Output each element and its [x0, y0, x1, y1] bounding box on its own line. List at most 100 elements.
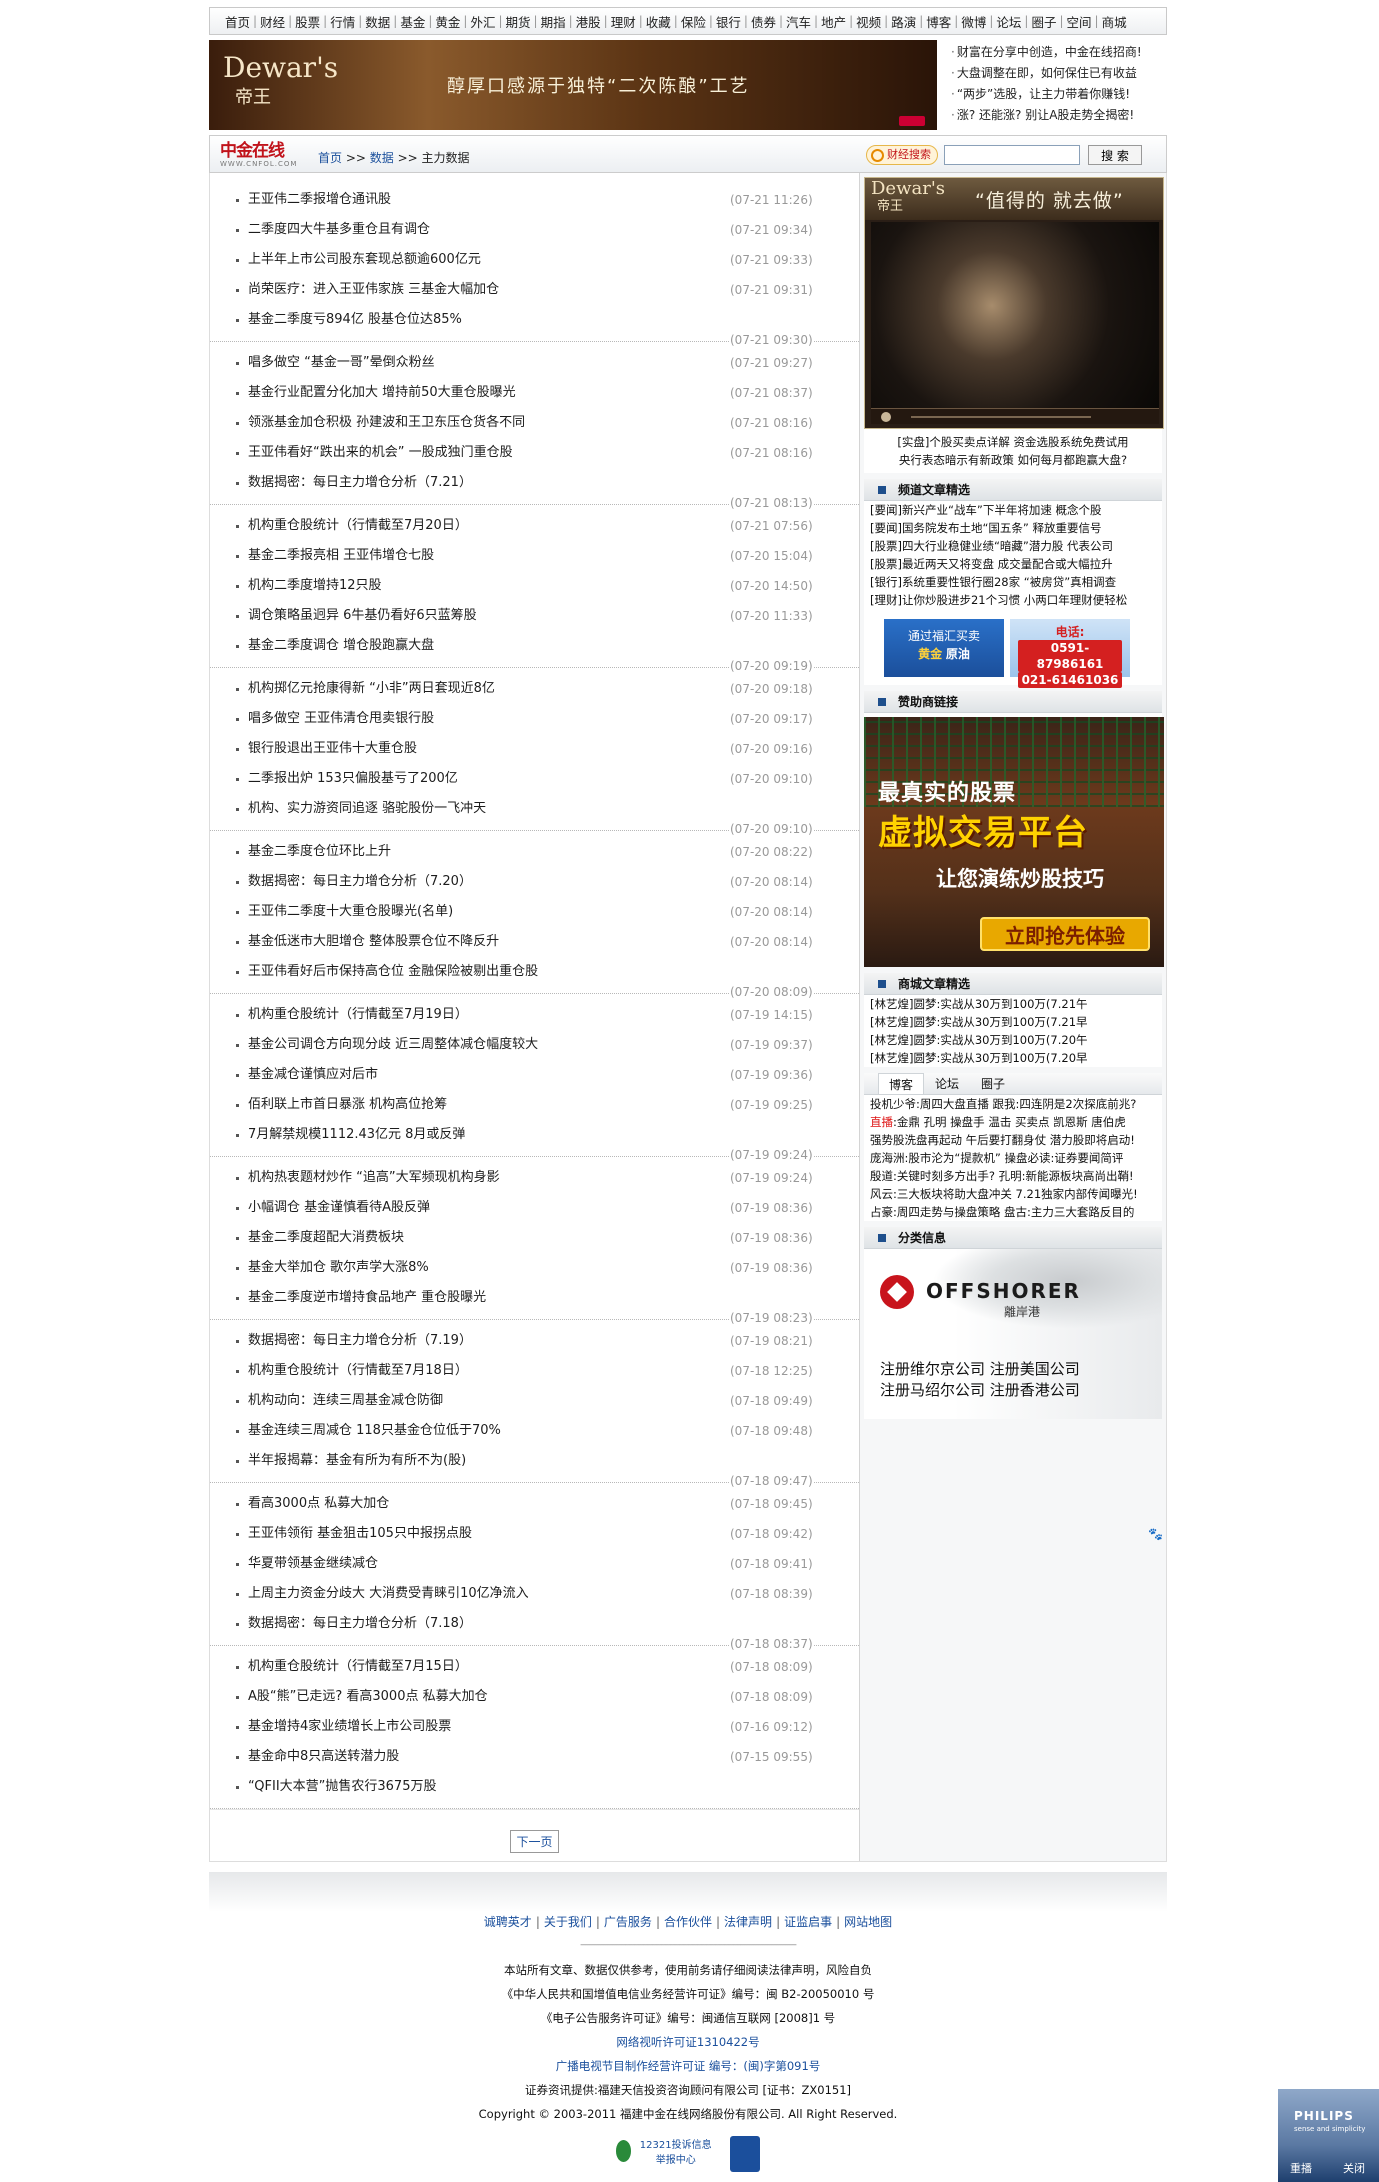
article-link[interactable]: 王亚伟二季度十大重仓股曝光(名单): [248, 904, 453, 919]
channel-article-link[interactable]: [股票]最近两天又将变盘 成交量配合或大幅拉升: [864, 555, 1162, 573]
article-link[interactable]: 上周主力资金分歧大 大消费受青睐引10亿净流入: [248, 1586, 529, 1601]
article-link[interactable]: 基金行业配置分化加大 增持前50大重仓股曝光: [248, 385, 516, 400]
article-link[interactable]: 机构掷亿元抢康得新 “小非”两日套现近8亿: [248, 681, 495, 696]
banner-link[interactable]: “两步”选股，让主力带着你赚钱!: [951, 84, 1167, 105]
topnav-item[interactable]: 商城: [1099, 12, 1130, 31]
article-link[interactable]: 机构热衷题材炒作 “追高”大军频现机构身影: [248, 1170, 500, 1185]
footer-link[interactable]: 网站地图: [844, 1915, 892, 1929]
phone-ad[interactable]: 电话: 0591-87986161 021-61461036: [1010, 619, 1130, 688]
topnav-item[interactable]: 路演: [888, 12, 919, 31]
article-link[interactable]: A股“熊”已走远? 看高3000点 私募大加仓: [248, 1689, 488, 1704]
article-link[interactable]: 二季报出炉 153只偏股基亏了200亿: [248, 771, 458, 786]
banner-link[interactable]: 涨? 还能涨? 别让A股走势全揭密!: [951, 105, 1167, 126]
tab-forum[interactable]: 论坛: [924, 1073, 970, 1094]
channel-article-link[interactable]: [要闻]国务院发布土地“国五条” 释放重要信号: [864, 519, 1162, 537]
article-link[interactable]: 机构重仓股统计（行情截至7月20日）: [248, 518, 468, 533]
article-link[interactable]: 王亚伟看好后市保持高仓位 金融保险被剔出重仓股: [248, 964, 538, 979]
promo-link[interactable]: 央行表态暗示有新政策 如何每月都跑赢大盘?: [864, 451, 1162, 469]
topnav-item[interactable]: 基金: [397, 12, 428, 31]
blog-link[interactable]: 直播:金鼎 孔明 操盘手 温击 买卖点 凯恩斯 唐伯虎: [864, 1113, 1162, 1131]
footer-link[interactable]: 证监启事: [784, 1915, 832, 1929]
virtual-trading-ad[interactable]: 最真实的股票 虚拟交易平台 让您演练炒股技巧 立即抢先体验: [864, 717, 1164, 967]
progress-track[interactable]: [911, 416, 1091, 418]
close-button[interactable]: 关闭: [1343, 2160, 1365, 2176]
article-link[interactable]: 唱多做空 王亚伟清仓甩卖银行股: [248, 711, 434, 726]
article-link[interactable]: 王亚伟看好“跌出来的机会” 一股成独门重仓股: [248, 445, 513, 460]
play-icon[interactable]: [881, 412, 891, 422]
topnav-item[interactable]: 微博: [958, 12, 989, 31]
blog-link[interactable]: 殷道:关键时刻多方出手? 孔明:新能源板块高尚出鞘!: [864, 1167, 1162, 1185]
channel-article-link[interactable]: [要闻]新兴产业“战车”下半年将加速 概念个股: [864, 501, 1162, 519]
paw-icon[interactable]: 🐾: [1148, 1527, 1163, 1541]
article-link[interactable]: 数据揭密：每日主力增仓分析（7.18）: [248, 1616, 472, 1631]
banner-link[interactable]: 财富在分享中创造，中金在线招商!: [951, 42, 1167, 63]
gold-oil-ad[interactable]: 通过福汇买卖 黄金 原油: [884, 619, 1004, 677]
blog-link[interactable]: 风云:三大板块将助大盘冲关 7.21独家内部传闻曝光!: [864, 1185, 1162, 1203]
footer-link[interactable]: 法律声明: [724, 1915, 772, 1929]
topnav-item[interactable]: 收藏: [643, 12, 674, 31]
article-link[interactable]: 王亚伟领衔 基金狙击105只中报拐点股: [248, 1526, 472, 1541]
topnav-item[interactable]: 空间: [1064, 12, 1095, 31]
article-link[interactable]: 数据揭密：每日主力增仓分析（7.19）: [248, 1333, 472, 1348]
blog-link[interactable]: 强势股洗盘再起动 午后要打翻身仗 潜力股即将启动!: [864, 1131, 1162, 1149]
police-badge-icon[interactable]: [730, 2136, 760, 2172]
tab-circle[interactable]: 圈子: [970, 1073, 1016, 1094]
dewars-video-ad[interactable]: Dewar's 帝王 “值得的 就去做”: [864, 177, 1164, 429]
footer-link[interactable]: 诚聘英才: [484, 1915, 532, 1929]
article-link[interactable]: 基金二季度超配大消费板块: [248, 1230, 404, 1245]
blog-link[interactable]: 投机少爷:周四大盘直播 跟我:四连阴是2次探底前兆?: [864, 1095, 1162, 1113]
channel-article-link[interactable]: [银行]系统重要性银行圈28家 “被房贷”真相调查: [864, 573, 1162, 591]
tab-blog[interactable]: 博客: [878, 1073, 924, 1094]
topnav-item[interactable]: 行情: [327, 12, 358, 31]
dewars-banner-ad[interactable]: Dewar's 帝王 醇厚口感源于独特“二次陈酿”工艺: [209, 40, 937, 130]
article-link[interactable]: 基金低迷市大胆增仓 整体股票仓位不降反升: [248, 934, 499, 949]
topnav-item[interactable]: 外汇: [467, 12, 498, 31]
footer-line[interactable]: 广播电视节目制作经营许可证 编号：(闽)字第091号: [209, 2054, 1167, 2078]
article-link[interactable]: 王亚伟二季报增仓通讯股: [248, 192, 391, 207]
article-link[interactable]: 基金二季度逆市增持食品地产 重仓股曝光: [248, 1290, 486, 1305]
banner-link[interactable]: 大盘调整在即，如何保住已有收益: [951, 63, 1167, 84]
topnav-item[interactable]: 银行: [713, 12, 744, 31]
breadcrumb-data[interactable]: 数据: [370, 151, 394, 165]
topnav-item[interactable]: 黄金: [432, 12, 463, 31]
breadcrumb-home[interactable]: 首页: [318, 151, 342, 165]
blog-link[interactable]: 庞海洲:股市沦为“提款机” 操盘必读:证券要闻简评: [864, 1149, 1162, 1167]
footer-link[interactable]: 关于我们: [544, 1915, 592, 1929]
channel-article-link[interactable]: [理财]让你炒股进步21个习惯 小两口年理财便轻松: [864, 591, 1162, 609]
video-controls[interactable]: [871, 408, 1159, 424]
article-link[interactable]: 基金二季度亏894亿 股基仓位达85%: [248, 312, 462, 327]
article-link[interactable]: 机构动向：连续三周基金减仓防御: [248, 1393, 443, 1408]
article-link[interactable]: 数据揭密：每日主力增仓分析（7.21）: [248, 475, 472, 490]
article-link[interactable]: 基金大举加仓 歌尔声学大涨8%: [248, 1260, 429, 1275]
next-page-button[interactable]: 下一页: [510, 1830, 559, 1853]
search-button[interactable]: 搜 索: [1088, 145, 1142, 165]
article-link[interactable]: 数据揭密：每日主力增仓分析（7.20）: [248, 874, 472, 889]
footer-line[interactable]: 网络视听许可证1310422号: [209, 2030, 1167, 2054]
topnav-item[interactable]: 博客: [923, 12, 954, 31]
article-link[interactable]: 尚荣医疗：进入王亚伟家族 三基金大幅加仓: [248, 282, 499, 297]
article-link[interactable]: 佰利联上市首日暴涨 机构高位抢筹: [248, 1097, 447, 1112]
article-link[interactable]: 机构、实力游资同追逐 骆驼股份一飞冲天: [248, 801, 486, 816]
mall-article-link[interactable]: [林艺煌]圆梦:实战从30万到100万(7.20午: [864, 1031, 1162, 1049]
topnav-item[interactable]: 数据: [362, 12, 393, 31]
article-link[interactable]: 基金二季度仓位环比上升: [248, 844, 391, 859]
article-link[interactable]: 二季度四大牛基多重仓且有调仓: [248, 222, 430, 237]
topnav-item[interactable]: 债券: [748, 12, 779, 31]
blog-link[interactable]: 占豪:周四走势与操盘策略 盘古:主力三大套路反目的: [864, 1203, 1162, 1221]
article-link[interactable]: 领涨基金加仓积极 孙建波和王卫东压仓货各不同: [248, 415, 525, 430]
article-link[interactable]: “QFII大本营”抛售农行3675万股: [248, 1779, 436, 1794]
topnav-item[interactable]: 股票: [292, 12, 323, 31]
article-link[interactable]: 银行股退出王亚伟十大重仓股: [248, 741, 417, 756]
search-input[interactable]: [944, 145, 1080, 165]
topnav-item[interactable]: 论坛: [993, 12, 1024, 31]
topnav-item[interactable]: 圈子: [1028, 12, 1059, 31]
offshore-ad[interactable]: OFFSHORER 離岸港 注册维尔京公司 注册美国公司 注册马绍尔公司 注册香…: [864, 1249, 1162, 1419]
topnav-item[interactable]: 港股: [573, 12, 604, 31]
promo-link[interactable]: [实盘]个股买卖点详解 资金选股系统免费试用: [864, 433, 1162, 451]
mall-article-link[interactable]: [林艺煌]圆梦:实战从30万到100万(7.20早: [864, 1049, 1162, 1067]
footer-link[interactable]: 广告服务: [604, 1915, 652, 1929]
article-link[interactable]: 看高3000点 私募大加仓: [248, 1496, 389, 1511]
topnav-item[interactable]: 汽车: [783, 12, 814, 31]
experience-now-button[interactable]: 立即抢先体验: [980, 917, 1150, 951]
article-link[interactable]: 半年报揭幕：基金有所为有所不为(股): [248, 1453, 466, 1468]
